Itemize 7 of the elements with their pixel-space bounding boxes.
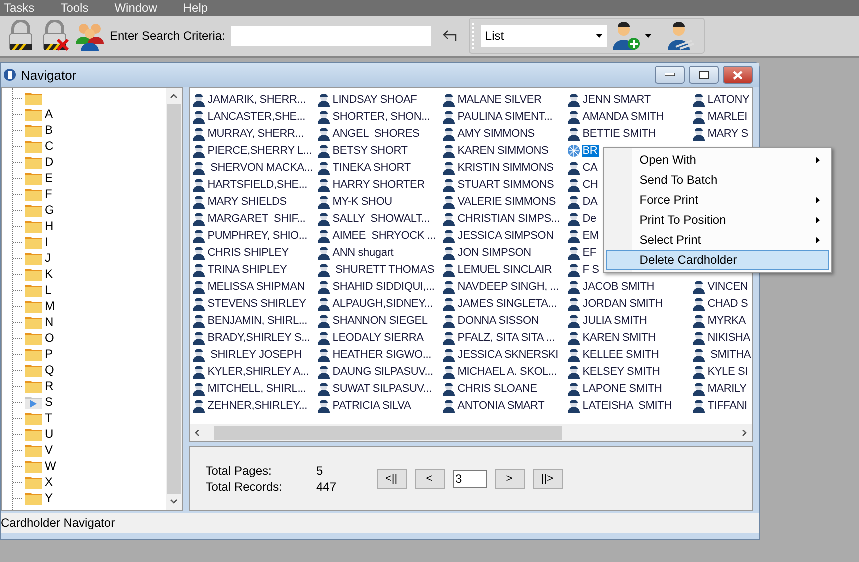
search-label: Enter Search Criteria: — [110, 29, 226, 43]
total-records-label: Total Records: — [206, 480, 282, 494]
window-title: Navigator — [21, 68, 78, 82]
total-pages-label: Total Pages: — [206, 464, 273, 478]
total-pages-value: 5 — [316, 464, 324, 478]
total-records-value: 447 — [316, 480, 337, 494]
status-text: Cardholder Navigator — [1, 516, 116, 530]
